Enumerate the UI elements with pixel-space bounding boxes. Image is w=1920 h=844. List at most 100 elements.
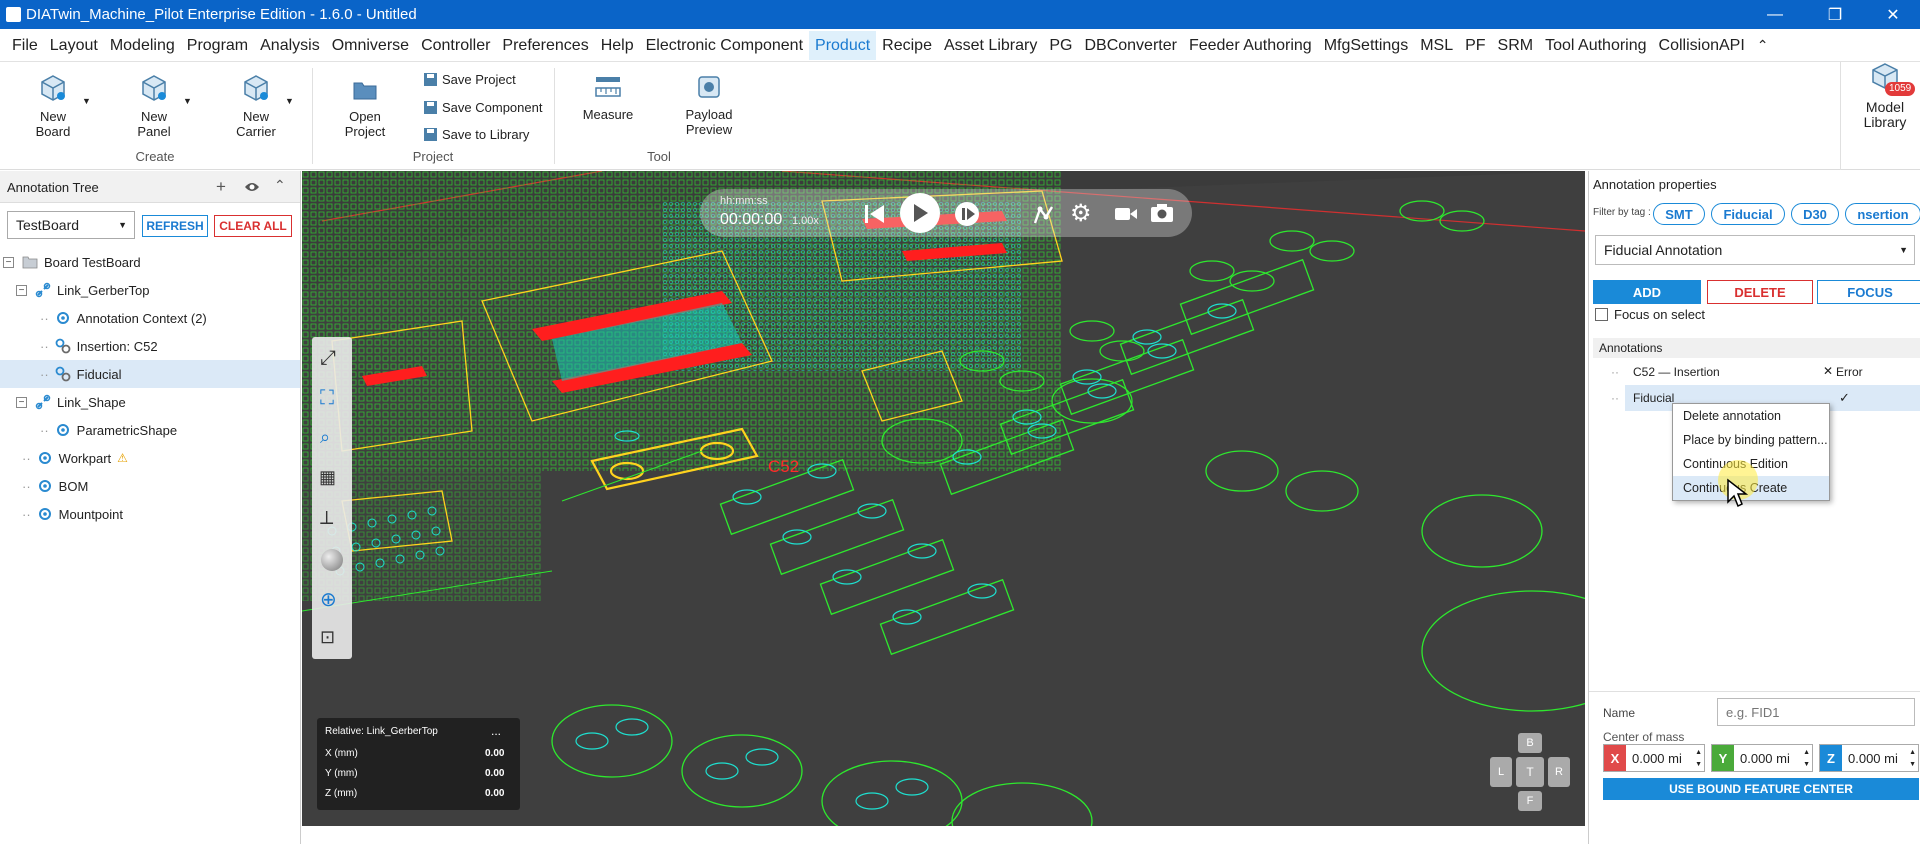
menu-layout[interactable]: Layout (44, 31, 104, 60)
y-coordinate-value[interactable]: 0.000 mi (1734, 745, 1801, 771)
menu-srm[interactable]: SRM (1492, 31, 1540, 60)
new-carrier-dropdown-icon[interactable]: ▼ (285, 96, 294, 106)
y-coordinate-field[interactable]: Y 0.000 mi ▲ ▼ (1711, 744, 1813, 772)
board-select[interactable]: TestBoard ▼ (7, 211, 135, 239)
add-icon[interactable]: + (216, 177, 226, 197)
x-coordinate-field[interactable]: X 0.000 mi ▲ ▼ (1603, 744, 1705, 772)
tree-node-fiducial[interactable]: ·· Fiducial (0, 360, 300, 388)
collapse-icon[interactable]: − (16, 284, 27, 296)
grid-icon[interactable]: ▦ (319, 467, 336, 488)
step-forward-icon[interactable] (954, 201, 982, 227)
tree-node-link-gerbertop[interactable]: − Link_GerberTop (0, 276, 300, 304)
new-board-button[interactable]: New Board (28, 74, 78, 139)
video-camera-icon[interactable] (1114, 205, 1138, 223)
tree-node-mountpoint[interactable]: ·· Mountpoint (0, 500, 300, 528)
new-carrier-button[interactable]: New Carrier (231, 74, 281, 139)
more-options-icon[interactable]: ... (491, 724, 501, 738)
measure-button[interactable]: Measure (580, 74, 636, 122)
new-board-dropdown-icon[interactable]: ▼ (82, 96, 91, 106)
focus-target-icon[interactable]: ⊡ (320, 627, 335, 648)
tree-node-workpart[interactable]: ·· Workpart ⚠ (0, 444, 300, 472)
annotation-type-select[interactable]: Fiducial Annotation ▼ (1595, 235, 1915, 265)
menu-pf[interactable]: PF (1459, 31, 1491, 60)
save-component-button[interactable]: Save Component (423, 100, 542, 115)
tree-node-parametric-shape[interactable]: ·· ParametricShape (0, 416, 300, 444)
menu-pg[interactable]: PG (1043, 31, 1078, 60)
spinner-icon[interactable]: ▲ ▼ (1693, 745, 1704, 771)
tree-node-link-shape[interactable]: − Link_Shape (0, 388, 300, 416)
collapse-icon[interactable]: − (16, 396, 27, 408)
save-to-library-button[interactable]: Save to Library (423, 127, 529, 142)
tag-fiducial[interactable]: Fiducial (1711, 203, 1785, 225)
nav-front-button[interactable]: F (1518, 791, 1542, 811)
menu-electronic-component[interactable]: Electronic Component (640, 31, 809, 60)
model-library-button[interactable]: 1059 Model Library (1854, 62, 1916, 130)
menu-program[interactable]: Program (181, 31, 254, 60)
camera-icon[interactable] (1150, 203, 1174, 223)
menu-item-place-by-binding-pattern[interactable]: Place by binding pattern... (1673, 428, 1829, 452)
eye-icon[interactable] (244, 181, 260, 193)
menu-controller[interactable]: Controller (415, 31, 496, 60)
z-coordinate-value[interactable]: 0.000 mi (1842, 745, 1907, 771)
menu-tool-authoring[interactable]: Tool Authoring (1539, 31, 1652, 60)
focus-on-select-checkbox[interactable] (1595, 308, 1608, 321)
collapse-icon[interactable]: − (3, 256, 14, 268)
menu-help[interactable]: Help (595, 31, 640, 60)
minimize-icon[interactable]: — (1752, 0, 1798, 29)
menu-feeder-authoring[interactable]: Feeder Authoring (1183, 31, 1318, 60)
axes-icon[interactable]: ⟂ (320, 507, 333, 530)
tree-node-bom[interactable]: ·· BOM (0, 472, 300, 500)
tree-node-board[interactable]: − Board TestBoard (0, 248, 300, 276)
material-sphere-icon[interactable] (321, 549, 343, 571)
menu-product[interactable]: Product (809, 30, 877, 60)
tree-node-annotation-context[interactable]: ·· Annotation Context (2) (0, 304, 300, 332)
tag-smt[interactable]: SMT (1653, 203, 1705, 225)
z-coordinate-field[interactable]: Z 0.000 mi ▲ ▼ (1819, 744, 1919, 772)
collapse-panel-icon[interactable]: ⌃ (274, 177, 286, 194)
orbit-icon[interactable]: ⊕ (320, 587, 337, 612)
menu-msl[interactable]: MSL (1414, 31, 1459, 60)
menu-analysis[interactable]: Analysis (254, 31, 326, 60)
close-icon[interactable]: ✕ (1870, 0, 1916, 29)
menu-recipe[interactable]: Recipe (876, 31, 938, 60)
menu-item-delete-annotation[interactable]: Delete annotation (1673, 404, 1829, 428)
menu-file[interactable]: File (6, 31, 44, 60)
skip-back-icon[interactable] (862, 203, 886, 225)
collapse-ribbon-icon[interactable]: ⌃ (1751, 31, 1775, 60)
delete-button[interactable]: DELETE (1707, 280, 1813, 304)
nav-left-button[interactable]: L (1490, 757, 1512, 787)
nav-bottom-button[interactable]: B (1518, 733, 1542, 753)
fit-selection-icon[interactable]: ⛶ (320, 387, 334, 410)
clear-all-button[interactable]: CLEAR ALL (214, 215, 292, 237)
open-project-button[interactable]: Open Project (340, 78, 390, 139)
payload-preview-button[interactable]: Payload Preview (678, 74, 740, 137)
menu-asset-library[interactable]: Asset Library (938, 31, 1043, 60)
name-input[interactable] (1717, 698, 1915, 726)
refresh-button[interactable]: REFRESH (142, 215, 208, 237)
gear-icon[interactable]: ⚙ (1070, 199, 1092, 228)
tree-node-insertion-c52[interactable]: ·· Insertion: C52 (0, 332, 300, 360)
use-bound-feature-center-button[interactable]: USE BOUND FEATURE CENTER (1603, 778, 1919, 800)
new-panel-dropdown-icon[interactable]: ▼ (183, 96, 192, 106)
menu-modeling[interactable]: Modeling (104, 31, 181, 60)
save-project-button[interactable]: Save Project (423, 72, 516, 87)
x-coordinate-value[interactable]: 0.000 mi (1626, 745, 1693, 771)
tag-d30[interactable]: D30 (1791, 203, 1839, 225)
spinner-icon[interactable]: ▲ ▼ (1907, 745, 1918, 771)
zoom-region-icon[interactable]: ⌕ (320, 427, 330, 448)
robot-arm-icon[interactable] (1032, 203, 1056, 225)
nav-top-button[interactable]: T (1516, 757, 1544, 787)
menu-dbconverter[interactable]: DBConverter (1078, 31, 1182, 60)
menu-collisionapi[interactable]: CollisionAPI (1653, 31, 1751, 60)
spinner-icon[interactable]: ▲ ▼ (1801, 745, 1812, 771)
nav-right-button[interactable]: R (1548, 757, 1570, 787)
add-button[interactable]: ADD (1593, 280, 1701, 304)
3d-viewport[interactable]: C52 hh:mm:ss 00:00:00 1.00x ⚙ ⤢ ⛶ ⌕ ▦ ⟂ … (302, 171, 1585, 826)
fit-all-icon[interactable]: ⤢ (320, 347, 336, 370)
restore-icon[interactable]: ❐ (1812, 0, 1858, 29)
tag-insertion[interactable]: nsertion (1845, 203, 1920, 225)
menu-preferences[interactable]: Preferences (496, 31, 594, 60)
focus-button[interactable]: FOCUS (1817, 280, 1920, 304)
menu-mfgsettings[interactable]: MfgSettings (1318, 31, 1414, 60)
annotation-row-c52[interactable]: ·· C52 — Insertion ✕ Error (1589, 359, 1920, 385)
